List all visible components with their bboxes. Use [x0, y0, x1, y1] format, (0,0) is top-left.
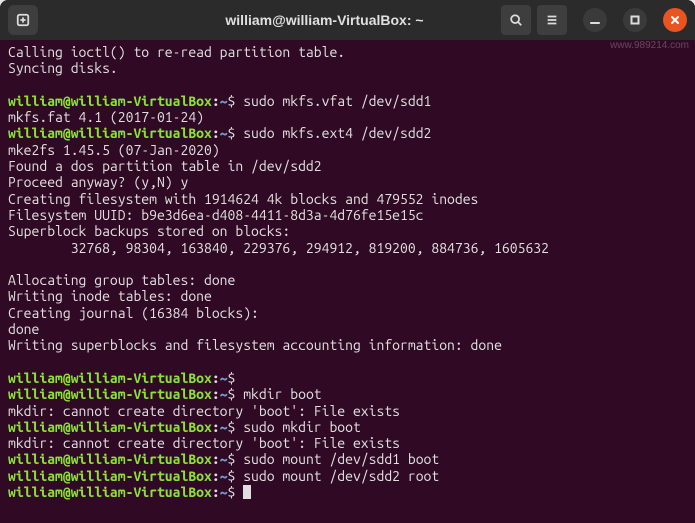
terminal-line: mkdir: cannot create directory 'boot': F… — [8, 403, 687, 419]
prompt-colon: : — [212, 419, 220, 435]
terminal-window: william@william-VirtualBox: ~ Calling io… — [0, 0, 695, 523]
prompt-user: william@william-VirtualBox — [8, 451, 212, 467]
prompt-colon: : — [212, 451, 220, 467]
terminal-line: Syncing disks. — [8, 60, 687, 76]
prompt-colon: : — [212, 468, 220, 484]
terminal-cursor — [243, 485, 251, 499]
terminal-line: mke2fs 1.45.5 (07-Jan-2020) — [8, 142, 687, 158]
titlebar: william@william-VirtualBox: ~ — [0, 0, 695, 40]
prompt-path: ~ — [220, 451, 228, 467]
prompt-colon: : — [212, 484, 220, 500]
terminal-line: william@william-VirtualBox:~$ mkdir boot — [8, 386, 687, 402]
prompt-path: ~ — [220, 93, 228, 109]
terminal-line: william@william-VirtualBox:~$ sudo mkfs.… — [8, 125, 687, 141]
terminal-line — [8, 354, 687, 370]
prompt-user: william@william-VirtualBox — [8, 419, 212, 435]
prompt-user: william@william-VirtualBox — [8, 468, 212, 484]
command-text: sudo mount /dev/sdd1 boot — [243, 451, 439, 467]
prompt-path: ~ — [220, 419, 228, 435]
close-button[interactable] — [663, 8, 687, 32]
command-text: mkdir boot — [243, 386, 321, 402]
prompt-colon: : — [212, 370, 220, 386]
command-text: sudo mount /dev/sdd2 root — [243, 468, 439, 484]
terminal-line: Calling ioctl() to re-read partition tab… — [8, 44, 687, 60]
prompt-user: william@william-VirtualBox — [8, 386, 212, 402]
prompt-symbol: $ — [228, 93, 244, 109]
terminal-line: Proceed anyway? (y,N) y — [8, 174, 687, 190]
search-button[interactable] — [501, 5, 531, 35]
menu-button[interactable] — [537, 5, 567, 35]
prompt-user: william@william-VirtualBox — [8, 125, 212, 141]
terminal-line: william@william-VirtualBox:~$ sudo mkdir… — [8, 419, 687, 435]
terminal-line — [8, 256, 687, 272]
prompt-colon: : — [212, 125, 220, 141]
prompt-colon: : — [212, 386, 220, 402]
window-title: william@william-VirtualBox: ~ — [148, 12, 501, 28]
prompt-path: ~ — [220, 125, 228, 141]
prompt-path: ~ — [220, 468, 228, 484]
minimize-button[interactable] — [583, 8, 607, 32]
terminal-line: mkdir: cannot create directory 'boot': F… — [8, 435, 687, 451]
prompt-symbol: $ — [228, 386, 244, 402]
terminal-line: Found a dos partition table in /dev/sdd2 — [8, 158, 687, 174]
terminal-output[interactable]: Calling ioctl() to re-read partition tab… — [0, 40, 695, 523]
terminal-line: william@william-VirtualBox:~$ — [8, 484, 687, 500]
prompt-symbol: $ — [228, 125, 244, 141]
terminal-line: mkfs.fat 4.1 (2017-01-24) — [8, 109, 687, 125]
terminal-line: william@william-VirtualBox:~$ sudo mkfs.… — [8, 93, 687, 109]
terminal-line: william@william-VirtualBox:~$ — [8, 370, 687, 386]
prompt-symbol: $ — [228, 419, 244, 435]
terminal-line: Creating filesystem with 1914624 4k bloc… — [8, 191, 687, 207]
terminal-line — [8, 77, 687, 93]
new-tab-button[interactable] — [8, 5, 38, 35]
command-text: sudo mkdir boot — [243, 419, 361, 435]
prompt-symbol: $ — [228, 451, 244, 467]
terminal-line: Writing inode tables: done — [8, 288, 687, 304]
terminal-line: william@william-VirtualBox:~$ sudo mount… — [8, 451, 687, 467]
terminal-line: william@william-VirtualBox:~$ sudo mount… — [8, 468, 687, 484]
terminal-line: Superblock backups stored on blocks: — [8, 223, 687, 239]
command-text: sudo mkfs.vfat /dev/sdd1 — [243, 93, 431, 109]
prompt-symbol: $ — [228, 370, 244, 386]
terminal-line: Allocating group tables: done — [8, 272, 687, 288]
prompt-path: ~ — [220, 386, 228, 402]
prompt-symbol: $ — [228, 484, 244, 500]
maximize-button[interactable] — [623, 8, 647, 32]
terminal-line: Writing superblocks and filesystem accou… — [8, 337, 687, 353]
terminal-line: done — [8, 321, 687, 337]
prompt-path: ~ — [220, 370, 228, 386]
prompt-user: william@william-VirtualBox — [8, 370, 212, 386]
prompt-symbol: $ — [228, 468, 244, 484]
terminal-line: Filesystem UUID: b9e3d6ea-d408-4411-8d3a… — [8, 207, 687, 223]
titlebar-left — [8, 5, 148, 35]
command-text: sudo mkfs.ext4 /dev/sdd2 — [243, 125, 431, 141]
terminal-line: Creating journal (16384 blocks): — [8, 305, 687, 321]
prompt-colon: : — [212, 93, 220, 109]
prompt-path: ~ — [220, 484, 228, 500]
prompt-user: william@william-VirtualBox — [8, 484, 212, 500]
prompt-user: william@william-VirtualBox — [8, 93, 212, 109]
terminal-line: 32768, 98304, 163840, 229376, 294912, 81… — [8, 240, 687, 256]
titlebar-right — [501, 5, 687, 35]
